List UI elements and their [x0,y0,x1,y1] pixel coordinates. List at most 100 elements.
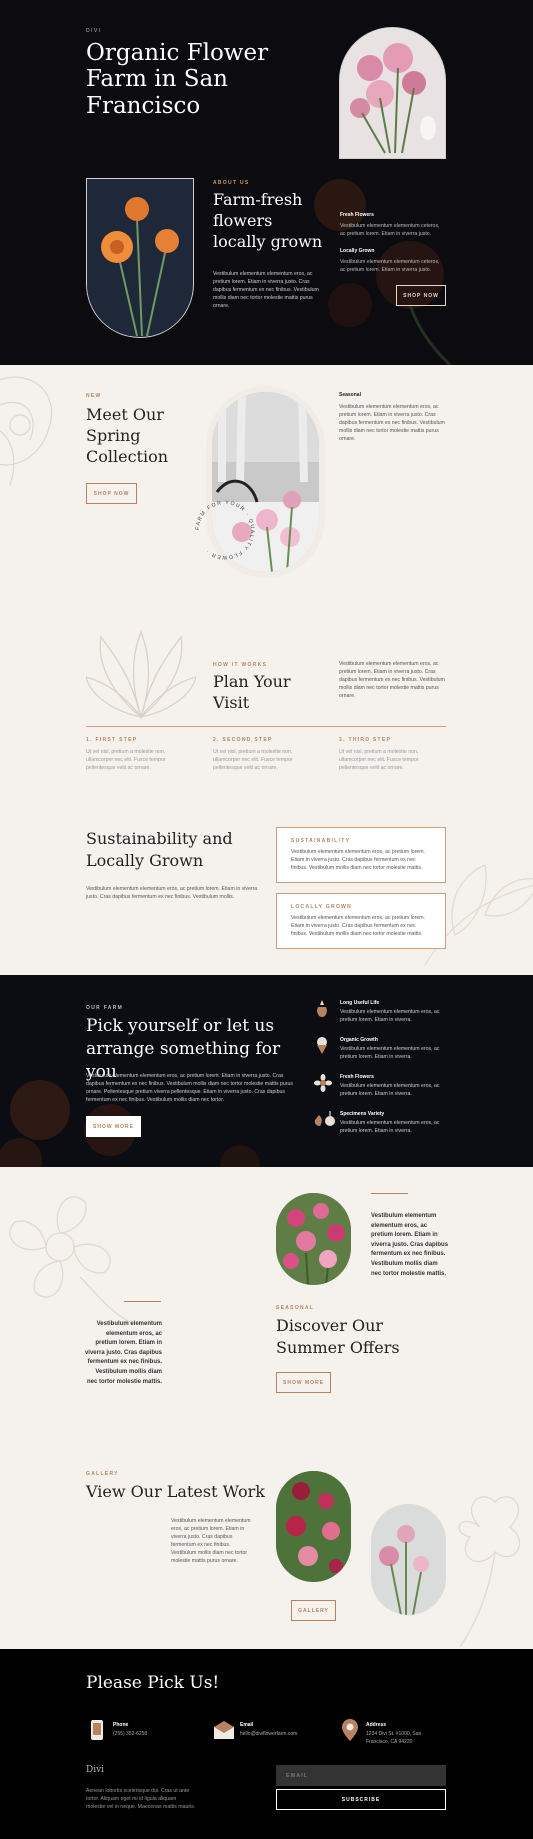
gallery-button[interactable]: GALLERY [291,1600,336,1621]
farm-item-specimens-variety: Specimens Variety Vestibulum elementum e… [314,1111,454,1141]
sustain-title: Sustainability and Locally Grown [86,829,233,870]
card-text: Vestibulum elementum elementum eros, ac … [291,915,426,938]
feature-fresh-flowers: Fresh Flowers Vestibulum elementum eleme… [340,212,445,238]
footer-title: Please Pick Us! [86,1673,220,1693]
offers-quote-left: Vestibulum elementum elementum eros, ac … [84,1321,162,1385]
circular-text-badge: FARM FOR YOUR · QUALITY FLOWER · [195,500,255,560]
offers-eyebrow: SEASONAL [276,1305,315,1311]
footer-brand[interactable]: Divi [86,1765,104,1775]
item-title: Organic Growth [340,1037,378,1043]
steps-divider [86,726,446,727]
hero-title: Organic Flower Farm in San Francisco [86,40,269,119]
flower-icon [314,1074,332,1092]
phone-icon [91,1720,103,1740]
gallery-eyebrow: GALLERY [86,1471,119,1477]
locally-grown-card: LOCALLY GROWN Vestibulum elementum eleme… [276,893,446,949]
svg-text:FARM FOR YOUR · QUALITY FLOWER: FARM FOR YOUR · QUALITY FLOWER · [195,500,255,560]
contact-address: Address 1234 Divi St. #1000, San Francis… [339,1719,449,1749]
sustain-text: Vestibulum elementum elementum eros, ac … [86,886,258,901]
email-input[interactable] [276,1765,446,1786]
accent-line-left [124,1301,161,1302]
offers-show-more-button[interactable]: SHOW MORE [276,1372,331,1393]
collection-title: Meet Our Spring Collection [86,405,169,466]
contact-label: Address [366,1722,387,1728]
item-title: Fresh Flowers [340,1074,374,1080]
card-text: Vestibulum elementum elementum eros, ac … [291,849,426,872]
plan-visit-section: HOW IT WORKS Plan Your Visit Vestibulum … [0,625,533,795]
collection-shop-now-button[interactable]: SHOP NOW [86,483,137,504]
contact-label: Email [240,1722,254,1728]
about-title: Farm-fresh flowers locally grown [213,190,323,251]
feature-text: Vestibulum elementum elementum ceteros, … [340,259,440,274]
contact-label: Phone [113,1722,129,1728]
item-title: Specimens Variety [340,1111,385,1117]
subscribe-button[interactable]: SUBSCRIBE [276,1789,446,1810]
step-1: 1. FIRST STEP Ut vel nisl, pretium a mol… [86,737,193,772]
contact-value[interactable]: hello@diviflowerfarm.com [240,1731,297,1737]
farm-item-long-useful-life: Long Useful Life Vestibulum elementum el… [314,1000,454,1030]
contact-phone: Phone (255) 352-6258 [86,1719,206,1745]
step-text: Ut vel nisl, pretium a molestie non, ull… [86,749,166,772]
step-3: 3. THIRD STEP Ut vel nisl, pretium a mol… [339,737,446,772]
gallery-image-2 [371,1504,446,1615]
summer-pink-flowers-image [276,1193,351,1285]
sustainability-section: Sustainability and Locally Grown Vestibu… [0,795,533,975]
item-title: Long Useful Life [340,1000,380,1006]
item-text: Vestibulum elementum elementum eros, ac … [340,1083,440,1098]
footer-section: Please Pick Us! Phone (255) 352-6258 Ema… [0,1649,533,1839]
step-title: 2. SECOND STEP [213,737,273,743]
line-art-flower-decoration [0,376,53,486]
line-art-gallery-flower-decoration [458,1496,521,1647]
how-title: Plan Your Visit [213,672,291,712]
hero-section: DIVI Organic Flower Farm in San Francisc… [0,0,533,365]
line-art-lotus-decoration [86,630,196,720]
item-text: Vestibulum elementum elementum eros, ac … [340,1009,440,1024]
vase-icon [317,1000,327,1017]
footer-brand-text: Aenean lobortis scelerisque dui. Cras ut… [86,1788,196,1811]
brand-logo[interactable]: DIVI [86,28,102,34]
farm-text: Vestibulum elementum elementum eros, ac … [86,1073,294,1104]
our-farm-section: OUR FARM Pick yourself or let us arrange… [0,975,533,1167]
feature-title: Fresh Flowers [340,212,374,218]
hero-orange-ranunculus-image [86,178,194,338]
about-text: Vestibulum elementum elementum eros, ac … [213,271,319,310]
seasonal-text: Vestibulum elementum elementum eros, ac … [339,404,445,443]
card-title: SUSTAINABILITY [291,838,351,844]
hero-pink-flowers-image [339,27,446,159]
seasonal-block: Seasonal Vestibulum elementum elementum … [339,392,445,443]
about-eyebrow: ABOUT US [213,180,250,186]
gallery-title: View Our Latest Work [86,1482,265,1501]
hero-shop-now-button[interactable]: SHOP NOW [396,285,446,306]
email-icon [214,1721,234,1739]
item-text: Vestibulum elementum elementum eros, ac … [340,1046,440,1061]
spring-collection-section: NEW Meet Our Spring Collection SHOP NOW … [0,365,533,625]
sustainability-card: SUSTAINABILITY Vestibulum elementum elem… [276,827,446,883]
contact-value[interactable]: (255) 352-6258 [113,1731,147,1737]
gallery-section: GALLERY View Our Latest Work Vestibulum … [0,1427,533,1649]
feature-title: Locally Grown [340,248,375,254]
contact-value: 1234 Divi St. #1000, San Francisco, CA 9… [366,1731,422,1745]
how-eyebrow: HOW IT WORKS [213,662,268,668]
step-text: Ut vel nisl, pretium a molestie non, ull… [213,749,293,772]
feature-locally-grown: Locally Grown Vestibulum elementum eleme… [340,248,445,274]
collection-eyebrow: NEW [86,393,102,399]
seasonal-title: Seasonal [339,392,361,398]
step-2: 2. SECOND STEP Ut vel nisl, pretium a mo… [213,737,320,772]
contact-email: Email hello@diviflowerfarm.com [213,1719,333,1745]
step-title: 3. THIRD STEP [339,737,392,743]
item-text: Vestibulum elementum elementum eros, ac … [340,1120,440,1135]
bulbs-icon [314,1111,335,1126]
summer-offers-section: Vestibulum elementum elementum eros, ac … [0,1167,533,1427]
line-art-blossom-decoration [9,1196,131,1323]
offers-title: Discover Our Summer Offers [276,1316,400,1357]
farm-item-organic-growth: Organic Growth Vestibulum elementum elem… [314,1037,454,1067]
card-title: LOCALLY GROWN [291,904,353,910]
badge-text: FARM FOR YOUR · QUALITY FLOWER · [195,500,254,560]
offers-quote-right: Vestibulum elementum elementum eros, ac … [371,1213,449,1277]
farm-show-more-button[interactable]: SHOW MORE [86,1116,141,1137]
bouquet-icon [317,1037,327,1054]
gallery-text: Vestibulum elementum elementum eros, ac … [171,1518,251,1565]
gallery-image-1 [276,1471,351,1582]
farm-eyebrow: OUR FARM [86,1005,124,1011]
step-title: 1. FIRST STEP [86,737,138,743]
